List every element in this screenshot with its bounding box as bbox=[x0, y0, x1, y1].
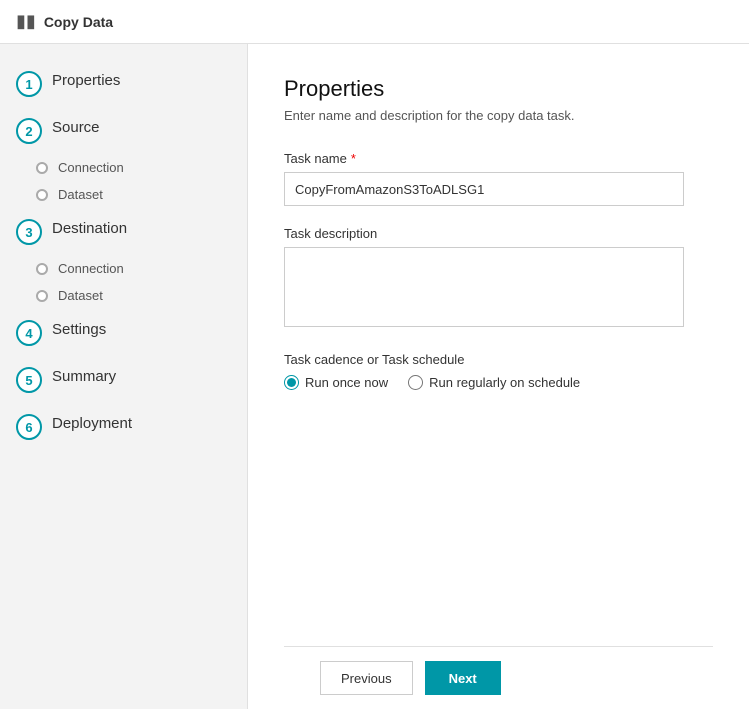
destination-connection-dot bbox=[36, 263, 48, 275]
destination-dataset-label: Dataset bbox=[58, 288, 103, 303]
radio-run-schedule-label: Run regularly on schedule bbox=[429, 375, 580, 390]
source-connection-dot bbox=[36, 162, 48, 174]
nav-label-deployment: Deployment bbox=[52, 413, 132, 436]
task-cadence-group: Task cadence or Task schedule Run once n… bbox=[284, 352, 713, 390]
source-connection-label: Connection bbox=[58, 160, 124, 175]
destination-dataset-dot bbox=[36, 290, 48, 302]
source-connection-item[interactable]: Connection bbox=[36, 154, 247, 181]
nav-circle-2: 2 bbox=[16, 118, 42, 144]
nav-circle-1: 1 bbox=[16, 71, 42, 97]
destination-connection-item[interactable]: Connection bbox=[36, 255, 247, 282]
destination-connection-label: Connection bbox=[58, 261, 124, 276]
sidebar-item-summary[interactable]: 5 Summary bbox=[0, 356, 247, 403]
task-description-label: Task description bbox=[284, 226, 713, 241]
source-dataset-dot bbox=[36, 189, 48, 201]
source-subitems: Connection Dataset bbox=[0, 154, 247, 208]
task-description-group: Task description bbox=[284, 226, 713, 332]
nav-circle-6: 6 bbox=[16, 414, 42, 440]
required-star: * bbox=[351, 151, 356, 166]
nav-circle-3: 3 bbox=[16, 219, 42, 245]
destination-subitems: Connection Dataset bbox=[0, 255, 247, 309]
app-title: Copy Data bbox=[44, 14, 113, 30]
sidebar-item-properties[interactable]: 1 Properties bbox=[0, 60, 247, 107]
nav-label-destination: Destination bbox=[52, 218, 127, 241]
radio-group: Run once now Run regularly on schedule bbox=[284, 375, 713, 390]
radio-run-schedule-input[interactable] bbox=[408, 375, 423, 390]
footer: Previous Next bbox=[284, 646, 713, 709]
radio-run-once-input[interactable] bbox=[284, 375, 299, 390]
nav-circle-5: 5 bbox=[16, 367, 42, 393]
task-description-input[interactable] bbox=[284, 247, 684, 327]
radio-run-once-label: Run once now bbox=[305, 375, 388, 390]
task-cadence-label: Task cadence or Task schedule bbox=[284, 352, 713, 367]
source-dataset-item[interactable]: Dataset bbox=[36, 181, 247, 208]
page-subtitle: Enter name and description for the copy … bbox=[284, 108, 713, 123]
sidebar-item-destination[interactable]: 3 Destination bbox=[0, 208, 247, 255]
nav-label-settings: Settings bbox=[52, 319, 106, 342]
sidebar: 1 Properties 2 Source Connection Dataset… bbox=[0, 44, 248, 709]
page-title: Properties bbox=[284, 76, 713, 102]
task-name-label: Task name * bbox=[284, 151, 713, 166]
sidebar-item-settings[interactable]: 4 Settings bbox=[0, 309, 247, 356]
radio-run-once-option[interactable]: Run once now bbox=[284, 375, 388, 390]
nav-label-source: Source bbox=[52, 117, 100, 140]
nav-label-summary: Summary bbox=[52, 366, 116, 389]
content-inner: Properties Enter name and description fo… bbox=[284, 76, 713, 646]
task-name-group: Task name * bbox=[284, 151, 713, 206]
nav-circle-4: 4 bbox=[16, 320, 42, 346]
copy-data-icon: ▮▮ bbox=[16, 11, 36, 32]
radio-run-schedule-option[interactable]: Run regularly on schedule bbox=[408, 375, 580, 390]
content-area: Properties Enter name and description fo… bbox=[248, 44, 749, 709]
sidebar-item-deployment[interactable]: 6 Deployment bbox=[0, 403, 247, 450]
top-bar: ▮▮ Copy Data bbox=[0, 0, 749, 44]
next-button[interactable]: Next bbox=[425, 661, 501, 695]
destination-dataset-item[interactable]: Dataset bbox=[36, 282, 247, 309]
main-layout: 1 Properties 2 Source Connection Dataset… bbox=[0, 44, 749, 709]
nav-label-properties: Properties bbox=[52, 70, 120, 93]
source-dataset-label: Dataset bbox=[58, 187, 103, 202]
sidebar-item-source[interactable]: 2 Source bbox=[0, 107, 247, 154]
task-name-input[interactable] bbox=[284, 172, 684, 206]
previous-button[interactable]: Previous bbox=[320, 661, 413, 695]
